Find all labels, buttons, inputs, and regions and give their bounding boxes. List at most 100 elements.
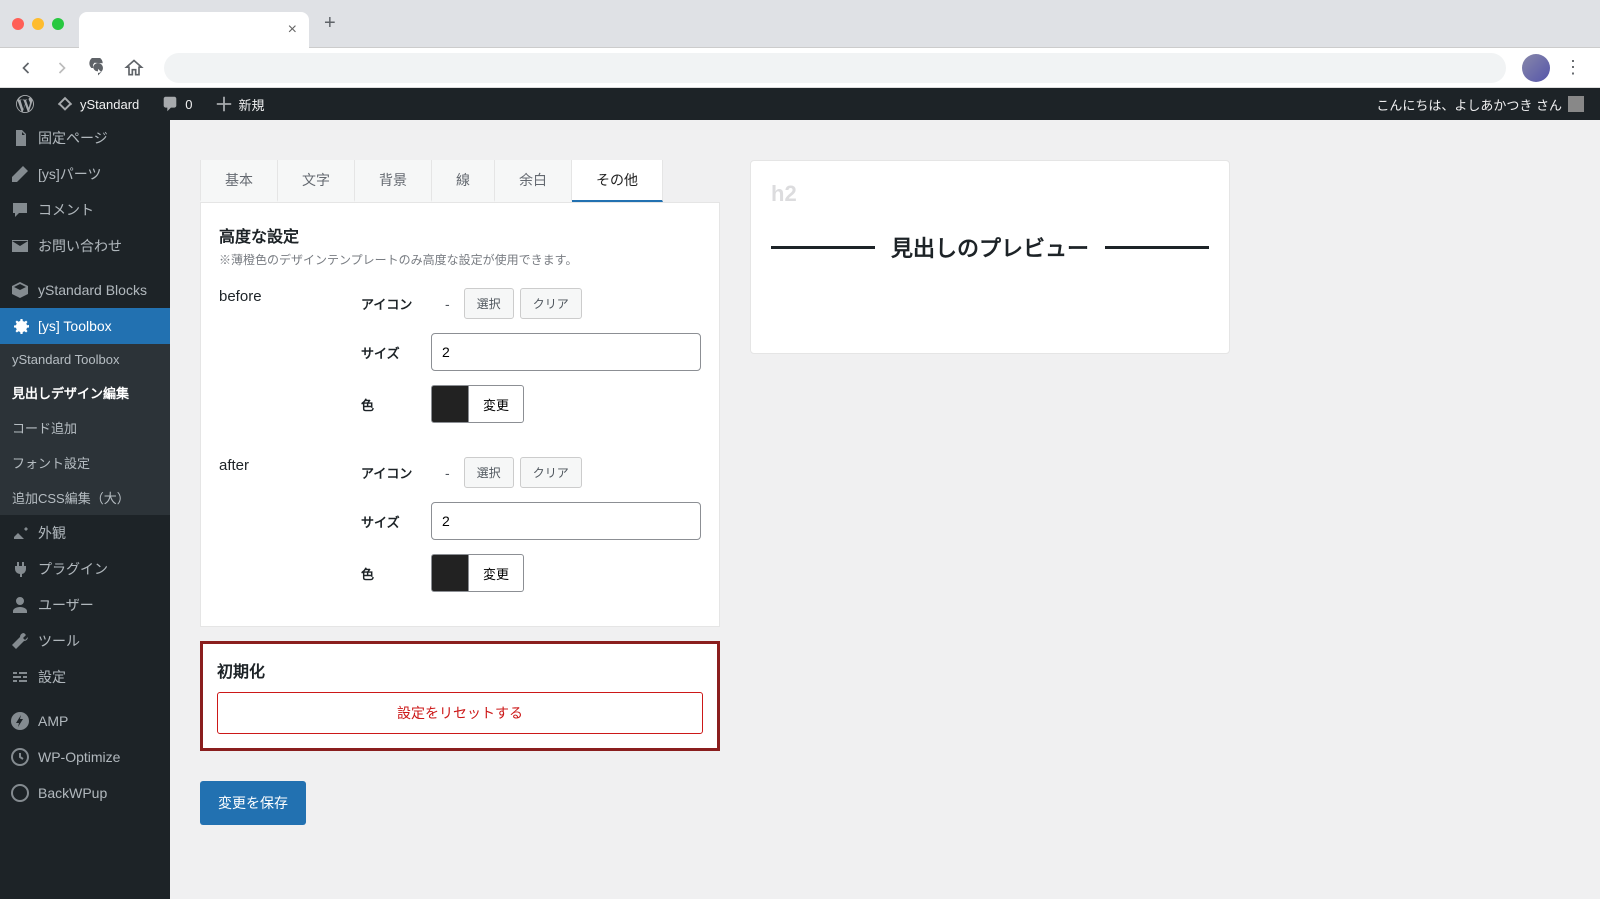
sidebar-item-comments[interactable]: コメント	[0, 192, 170, 228]
before-color-swatch[interactable]	[431, 385, 469, 423]
sidebar-label: AMP	[38, 713, 68, 729]
browser-tab-bar: × +	[0, 0, 1600, 48]
sidebar-item-ystandard-blocks[interactable]: yStandard Blocks	[0, 272, 170, 308]
home-button[interactable]	[120, 54, 148, 82]
sidebar-item-settings[interactable]: 設定	[0, 659, 170, 695]
sidebar-item-appearance[interactable]: 外観	[0, 515, 170, 551]
new-tab-button[interactable]: +	[324, 12, 336, 35]
site-name-text: yStandard	[80, 97, 139, 112]
submenu-item-toolbox[interactable]: yStandard Toolbox	[0, 344, 170, 375]
heading-preview: 見出しのプレビュー	[771, 231, 1209, 263]
sidebar-label: お問い合わせ	[38, 236, 122, 256]
site-name-link[interactable]: yStandard	[48, 95, 147, 113]
close-tab-icon[interactable]: ×	[288, 21, 297, 39]
tab-line[interactable]: 線	[432, 160, 495, 202]
before-label: before	[219, 288, 361, 423]
before-icon-value: -	[431, 296, 464, 312]
tab-background[interactable]: 背景	[355, 160, 432, 202]
close-window-button[interactable]	[12, 18, 24, 30]
after-color-row: 色 変更	[361, 554, 701, 592]
sidebar-label: ツール	[38, 631, 80, 651]
before-block: before アイコン - 選択 クリア サイズ	[219, 288, 701, 437]
sidebar-item-ys-toolbox[interactable]: [ys] Toolbox	[0, 308, 170, 344]
settings-tabs: 基本 文字 背景 線 余白 その他	[200, 160, 720, 203]
after-icon-select-button[interactable]: 選択	[464, 457, 514, 488]
optimize-icon	[10, 747, 30, 767]
sidebar-label: [ys]パーツ	[38, 164, 102, 184]
sidebar-item-plugins[interactable]: プラグイン	[0, 551, 170, 587]
after-color-swatch[interactable]	[431, 554, 469, 592]
submenu-item-add-code[interactable]: コード追加	[0, 410, 170, 445]
after-label: after	[219, 457, 361, 592]
pencil-icon	[10, 164, 30, 184]
cube-icon	[10, 280, 30, 300]
comments-link[interactable]: 0	[153, 95, 200, 113]
wp-logo-icon[interactable]	[8, 95, 42, 113]
preview-line-before	[771, 246, 875, 249]
before-icon-row: アイコン - 選択 クリア	[361, 288, 701, 319]
new-content-text: 新規	[239, 95, 265, 114]
forward-button[interactable]	[48, 54, 76, 82]
before-color-change-button[interactable]: 変更	[469, 385, 524, 423]
sidebar-label: プラグイン	[38, 559, 108, 579]
sidebar-label: [ys] Toolbox	[38, 318, 112, 334]
wrench-icon	[10, 631, 30, 651]
before-color-row: 色 変更	[361, 385, 701, 423]
after-color-change-button[interactable]: 変更	[469, 554, 524, 592]
user-icon	[10, 595, 30, 615]
size-field-label: サイズ	[361, 343, 431, 362]
before-icon-select-button[interactable]: 選択	[464, 288, 514, 319]
color-field-label: 色	[361, 395, 431, 414]
tab-text[interactable]: 文字	[278, 160, 355, 202]
browser-tab[interactable]: ×	[79, 12, 309, 48]
window-controls	[12, 18, 64, 30]
settings-panel: 高度な設定 ※薄橙色のデザインテンプレートのみ高度な設定が使用できます。 bef…	[200, 203, 720, 627]
maximize-window-button[interactable]	[52, 18, 64, 30]
back-button[interactable]	[12, 54, 40, 82]
after-size-row: サイズ	[361, 502, 701, 540]
comment-icon	[10, 200, 30, 220]
preview-heading-text: 見出しのプレビュー	[891, 231, 1089, 263]
reload-button[interactable]	[84, 54, 112, 82]
sidebar-item-amp[interactable]: AMP	[0, 703, 170, 739]
plug-icon	[10, 559, 30, 579]
minimize-window-button[interactable]	[32, 18, 44, 30]
after-icon-row: アイコン - 選択 クリア	[361, 457, 701, 488]
new-content-link[interactable]: 新規	[207, 95, 273, 114]
before-icon-clear-button[interactable]: クリア	[520, 288, 582, 319]
after-size-input[interactable]	[431, 502, 701, 540]
sidebar-label: 外観	[38, 523, 66, 543]
address-bar[interactable]	[164, 53, 1506, 83]
after-icon-clear-button[interactable]: クリア	[520, 457, 582, 488]
sidebar-label: ユーザー	[38, 595, 94, 615]
wp-admin-bar: yStandard 0 新規 こんにちは、よしあかつき さん	[0, 88, 1600, 120]
tab-other[interactable]: その他	[572, 160, 663, 202]
sidebar-submenu: yStandard Toolbox 見出しデザイン編集 コード追加 フォント設定…	[0, 344, 170, 515]
sidebar-item-backwpup[interactable]: BackWPup	[0, 775, 170, 811]
sidebar-item-tools[interactable]: ツール	[0, 623, 170, 659]
sidebar-item-pages[interactable]: 固定ページ	[0, 120, 170, 156]
submenu-item-heading-design[interactable]: 見出しデザイン編集	[0, 375, 170, 410]
save-button[interactable]: 変更を保存	[200, 781, 306, 825]
profile-avatar[interactable]	[1522, 54, 1550, 82]
before-size-row: サイズ	[361, 333, 701, 371]
user-greeting[interactable]: こんにちは、よしあかつき さん	[1368, 95, 1592, 114]
sidebar-item-ys-parts[interactable]: [ys]パーツ	[0, 156, 170, 192]
user-avatar-icon	[1568, 96, 1584, 112]
preview-card: h2 見出しのプレビュー	[750, 160, 1230, 354]
reset-button[interactable]: 設定をリセットする	[217, 692, 703, 734]
submenu-item-font-settings[interactable]: フォント設定	[0, 445, 170, 480]
browser-toolbar: ⋮	[0, 48, 1600, 88]
sidebar-item-users[interactable]: ユーザー	[0, 587, 170, 623]
tab-strip: × +	[79, 0, 336, 48]
browser-menu-button[interactable]: ⋮	[1558, 57, 1588, 78]
submenu-item-additional-css[interactable]: 追加CSS編集（大）	[0, 480, 170, 515]
comments-count: 0	[185, 97, 192, 112]
tab-basic[interactable]: 基本	[200, 160, 278, 202]
sidebar-item-wp-optimize[interactable]: WP-Optimize	[0, 739, 170, 775]
reset-section: 初期化 設定をリセットする	[200, 641, 720, 751]
sidebar-item-contact[interactable]: お問い合わせ	[0, 228, 170, 264]
before-size-input[interactable]	[431, 333, 701, 371]
reset-title: 初期化	[217, 658, 703, 682]
tab-margin[interactable]: 余白	[495, 160, 572, 202]
